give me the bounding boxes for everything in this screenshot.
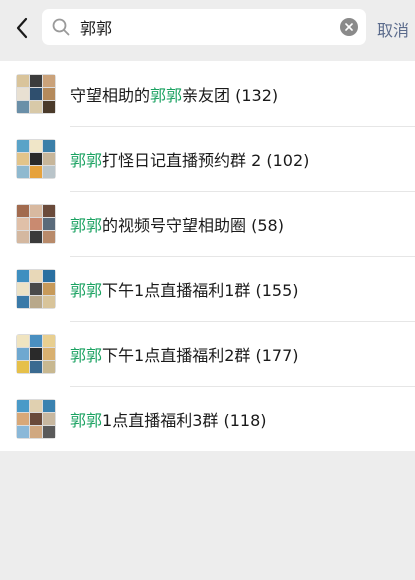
group-avatar [16, 203, 56, 244]
member-avatar-tile [43, 230, 55, 243]
member-avatar-tile [30, 334, 42, 347]
back-button[interactable] [10, 14, 34, 42]
member-avatar-tile [43, 204, 55, 217]
member-avatar-tile [43, 269, 55, 282]
group-results-list: 守望相助的郭郭亲友团 (132) 郭郭打怪日记直播预约群 2 (102) 郭郭的… [0, 61, 415, 451]
member-avatar-tile [17, 360, 29, 373]
search-icon [52, 17, 72, 37]
member-avatar-tile [30, 74, 42, 87]
member-avatar-tile [17, 230, 29, 243]
member-avatar-tile [30, 165, 42, 178]
group-avatar [16, 138, 56, 179]
member-avatar-tile [30, 347, 42, 360]
member-avatar-tile [17, 87, 29, 100]
list-item[interactable]: 郭郭打怪日记直播预约群 2 (102) [0, 126, 415, 191]
name-suffix: 下午1点直播福利1群 (155) [102, 280, 299, 300]
name-highlight: 郭郭 [70, 345, 103, 365]
name-suffix: 打怪日记直播预约群 2 (102) [102, 150, 310, 170]
list-item[interactable]: 郭郭下午1点直播福利1群 (155) [0, 256, 415, 321]
clear-button[interactable] [340, 18, 358, 36]
member-avatar-tile [30, 425, 42, 438]
member-avatar-tile [30, 295, 42, 308]
member-avatar-tile [30, 100, 42, 113]
member-avatar-tile [43, 347, 55, 360]
member-avatar-tile [17, 204, 29, 217]
group-avatar [16, 398, 56, 439]
member-avatar-tile [30, 269, 42, 282]
list-item[interactable]: 守望相助的郭郭亲友团 (132) [0, 61, 415, 126]
member-avatar-tile [43, 282, 55, 295]
group-avatar [16, 268, 56, 309]
member-avatar-tile [30, 204, 42, 217]
member-avatar-tile [17, 269, 29, 282]
member-avatar-tile [43, 360, 55, 373]
name-suffix: 的视频号守望相助圈 (58) [102, 215, 284, 235]
search-box[interactable] [42, 9, 366, 45]
member-avatar-tile [43, 74, 55, 87]
member-avatar-tile [43, 412, 55, 425]
group-name: 守望相助的郭郭亲友团 (132) [70, 82, 278, 106]
member-avatar-tile [17, 347, 29, 360]
group-avatar [16, 73, 56, 114]
member-avatar-tile [43, 165, 55, 178]
group-name: 郭郭1点直播福利3群 (118) [70, 407, 267, 431]
name-suffix: 亲友团 (132) [182, 85, 279, 105]
search-header: 取消 [0, 0, 415, 56]
member-avatar-tile [17, 425, 29, 438]
list-item[interactable]: 郭郭1点直播福利3群 (118) [0, 386, 415, 451]
member-avatar-tile [43, 87, 55, 100]
list-item[interactable]: 郭郭的视频号守望相助圈 (58) [0, 191, 415, 256]
member-avatar-tile [43, 334, 55, 347]
member-avatar-tile [17, 165, 29, 178]
member-avatar-tile [17, 217, 29, 230]
cancel-button[interactable]: 取消 [377, 17, 409, 41]
member-avatar-tile [30, 152, 42, 165]
name-prefix: 守望相助的 [70, 85, 151, 105]
member-avatar-tile [17, 152, 29, 165]
member-avatar-tile [30, 360, 42, 373]
member-avatar-tile [30, 230, 42, 243]
group-name: 郭郭打怪日记直播预约群 2 (102) [70, 147, 309, 171]
name-suffix: 1点直播福利3群 (118) [102, 410, 267, 430]
name-highlight: 郭郭 [70, 410, 103, 430]
member-avatar-tile [17, 334, 29, 347]
list-item[interactable]: 郭郭下午1点直播福利2群 (177) [0, 321, 415, 386]
member-avatar-tile [30, 217, 42, 230]
member-avatar-tile [30, 399, 42, 412]
chevron-left-icon [16, 17, 28, 39]
member-avatar-tile [17, 295, 29, 308]
member-avatar-tile [17, 399, 29, 412]
search-input[interactable] [80, 17, 330, 37]
member-avatar-tile [43, 217, 55, 230]
member-avatar-tile [30, 412, 42, 425]
group-avatar [16, 333, 56, 374]
member-avatar-tile [43, 152, 55, 165]
group-name: 郭郭下午1点直播福利1群 (155) [70, 277, 299, 301]
name-highlight: 郭郭 [70, 280, 103, 300]
member-avatar-tile [43, 425, 55, 438]
member-avatar-tile [43, 295, 55, 308]
group-name: 郭郭的视频号守望相助圈 (58) [70, 212, 284, 236]
name-highlight: 郭郭 [150, 85, 183, 105]
member-avatar-tile [30, 282, 42, 295]
member-avatar-tile [30, 139, 42, 152]
group-name: 郭郭下午1点直播福利2群 (177) [70, 342, 299, 366]
name-suffix: 下午1点直播福利2群 (177) [102, 345, 299, 365]
member-avatar-tile [17, 100, 29, 113]
member-avatar-tile [30, 87, 42, 100]
member-avatar-tile [43, 399, 55, 412]
name-highlight: 郭郭 [70, 215, 103, 235]
name-highlight: 郭郭 [70, 150, 103, 170]
member-avatar-tile [17, 74, 29, 87]
member-avatar-tile [43, 100, 55, 113]
close-icon [345, 23, 353, 31]
member-avatar-tile [17, 139, 29, 152]
member-avatar-tile [17, 282, 29, 295]
member-avatar-tile [17, 412, 29, 425]
member-avatar-tile [43, 139, 55, 152]
